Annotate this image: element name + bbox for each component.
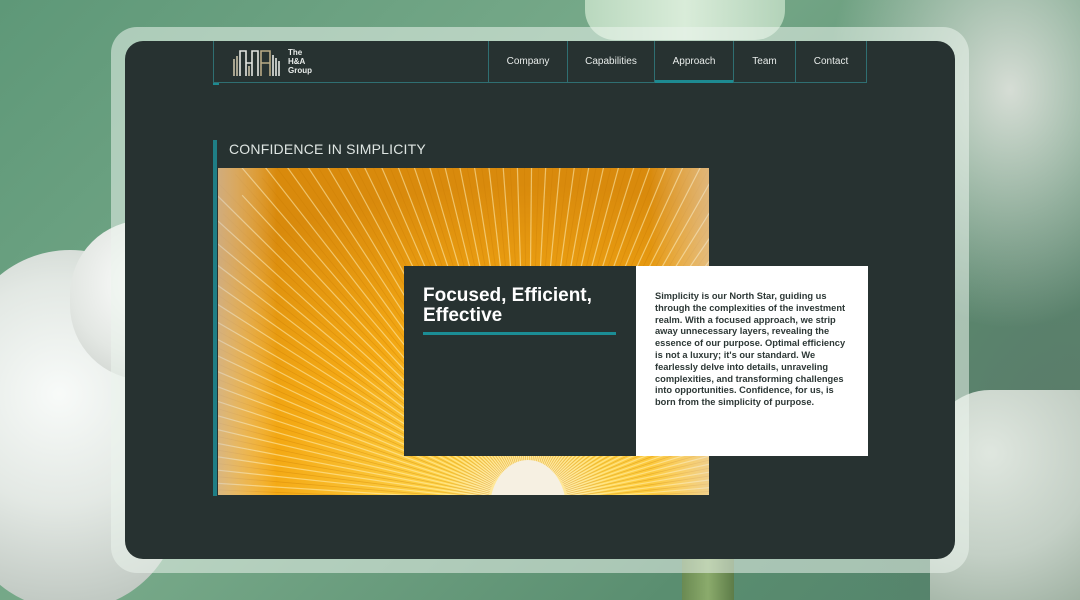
nav-accent-mark [213, 83, 219, 85]
card-heading: Focused, Efficient, Effective [423, 285, 592, 326]
brand-name-line-2: H&A [288, 57, 306, 66]
section-title: CONFIDENCE IN SIMPLICITY [229, 141, 426, 157]
nav-items: Company Capabilities Approach Team Conta… [488, 41, 866, 83]
top-navigation: The H&A Group Company Capabilities Appro… [213, 41, 867, 83]
heading-card: Focused, Efficient, Effective [404, 266, 636, 456]
brand-name-line-3: Group [288, 66, 312, 75]
nav-item-contact[interactable]: Contact [795, 41, 866, 82]
brand[interactable]: The H&A Group [214, 41, 488, 82]
nav-item-team[interactable]: Team [733, 41, 795, 82]
nav-item-company[interactable]: Company [488, 41, 567, 82]
card-heading-underline [423, 332, 616, 335]
brand-name-line-1: The [288, 48, 303, 57]
card-body-text: Simplicity is our North Star, guiding us… [655, 291, 846, 408]
ha-monogram-logo-icon [233, 49, 280, 76]
section-accent-bar [213, 140, 217, 496]
nav-item-capabilities[interactable]: Capabilities [567, 41, 654, 82]
website-window: The H&A Group Company Capabilities Appro… [125, 41, 955, 559]
brand-name: The H&A Group [288, 48, 312, 75]
nav-item-approach[interactable]: Approach [654, 41, 733, 83]
description-card: Simplicity is our North Star, guiding us… [636, 266, 868, 456]
